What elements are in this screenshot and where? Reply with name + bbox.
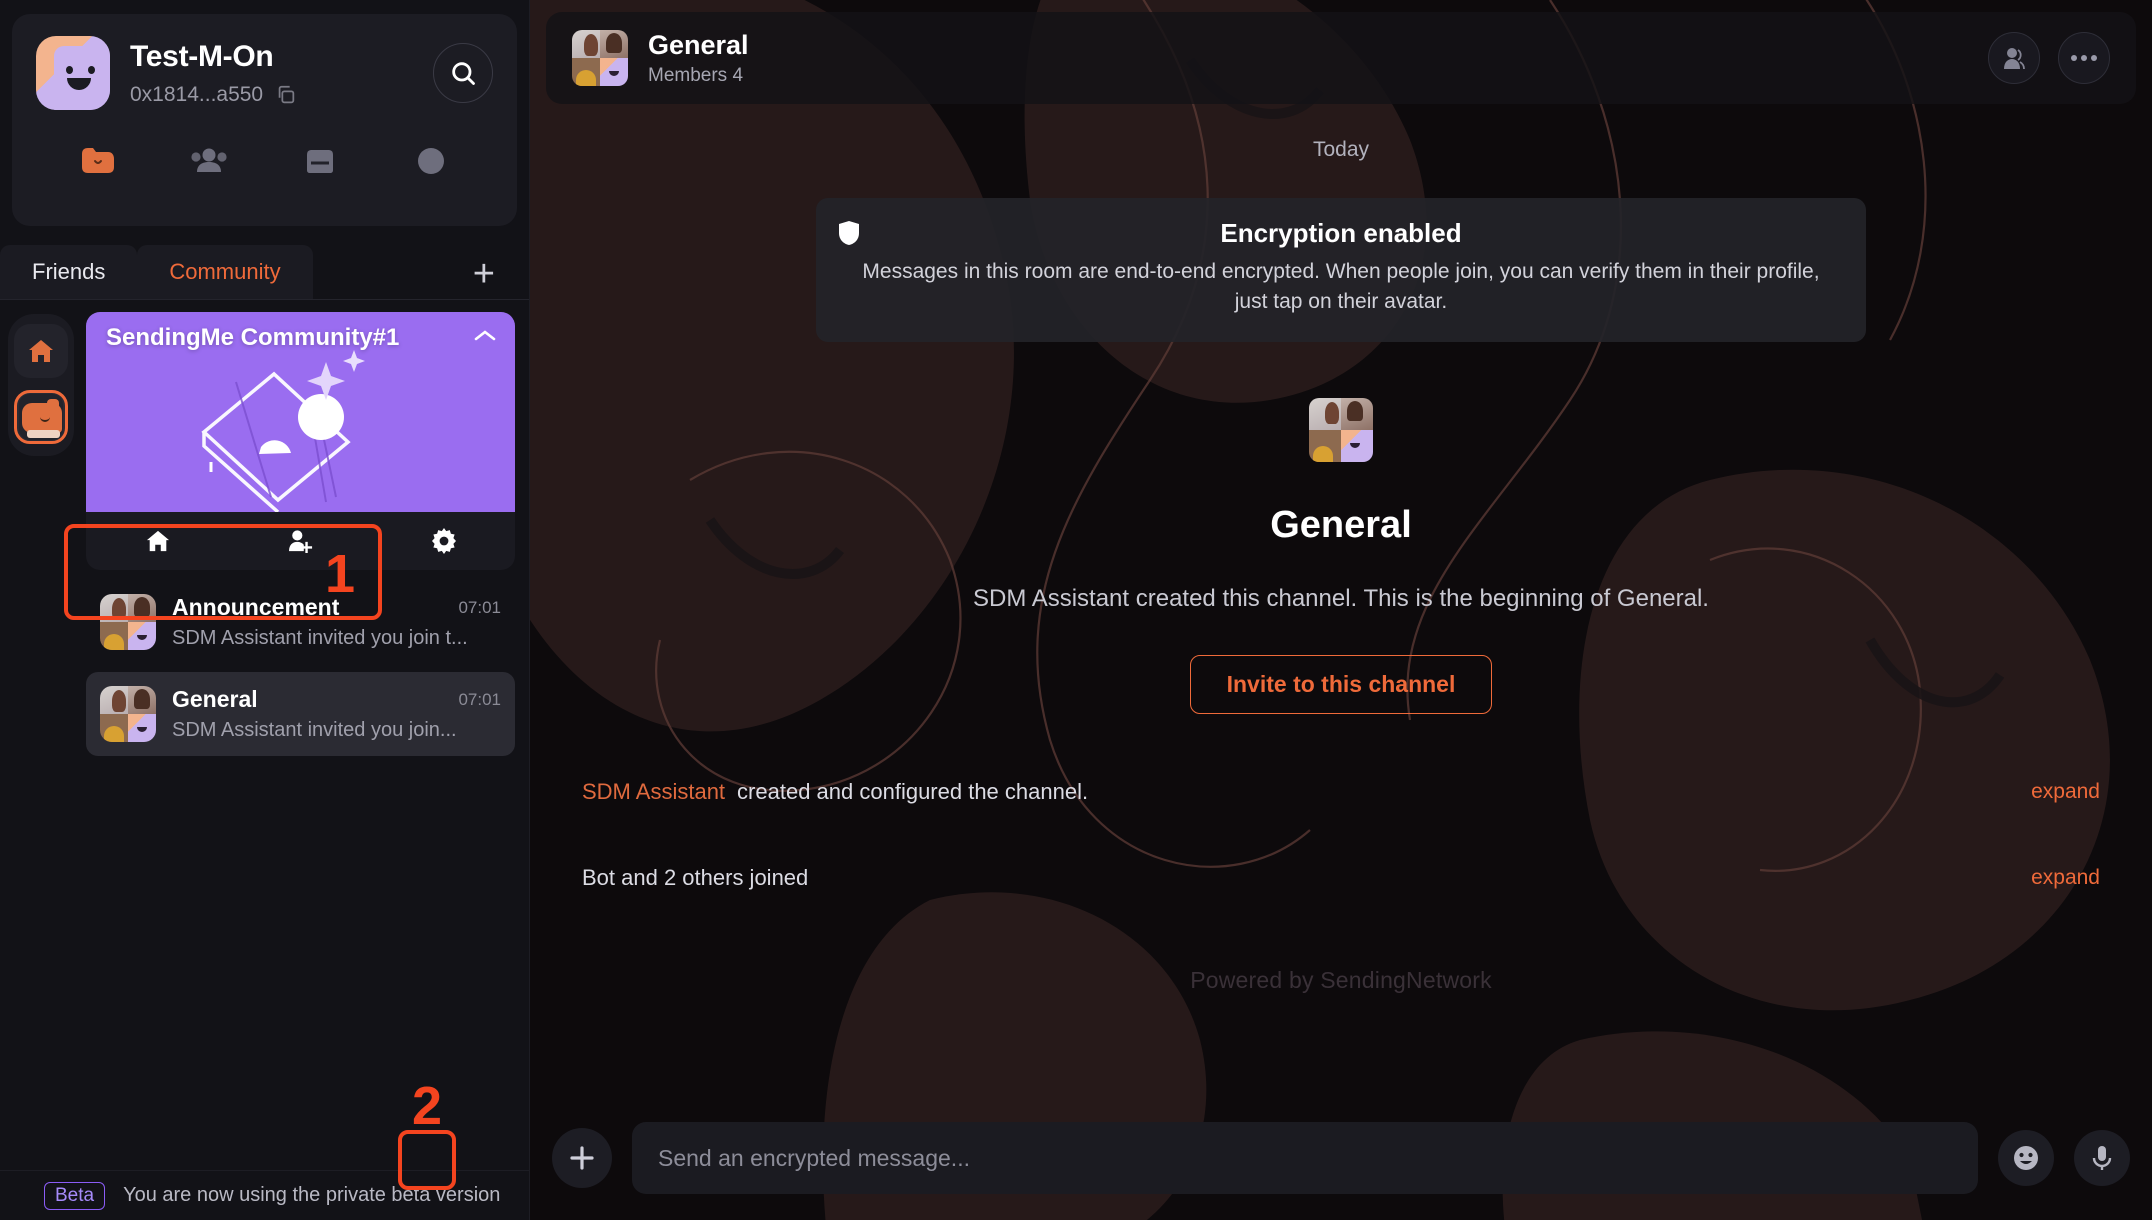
rail-home-button[interactable] bbox=[14, 324, 68, 378]
chat-header-avatar[interactable] bbox=[572, 30, 628, 86]
main-panel: General Members 4 Today Encryption enabl… bbox=[530, 0, 2152, 1220]
invite-to-channel-button[interactable]: Invite to this channel bbox=[1189, 654, 1493, 714]
community-home-icon[interactable] bbox=[86, 529, 229, 553]
profile-display-name: Test-M-On bbox=[130, 39, 274, 73]
date-divider: Today bbox=[1312, 138, 1370, 161]
app-root: Test-M-On 0x1814...a550 Friends Communit… bbox=[0, 0, 2152, 1220]
channel-row-general[interactable]: General 07:01 SDM Assistant invited you … bbox=[86, 672, 515, 756]
message-input[interactable] bbox=[658, 1144, 1952, 1172]
sidebar-lower: SendingMe Community#1 Announcement 07:01… bbox=[0, 300, 529, 1220]
channel-name: Announcement bbox=[172, 594, 340, 620]
profile-card: Test-M-On 0x1814...a550 bbox=[12, 14, 517, 226]
more-options-icon[interactable] bbox=[2058, 32, 2110, 84]
community-actions bbox=[86, 512, 515, 570]
channel-row-announcement[interactable]: Announcement 07:01 SDM Assistant invited… bbox=[86, 580, 515, 664]
message-composer bbox=[530, 1112, 2152, 1220]
profile-address-row: 0x1814...a550 bbox=[130, 83, 433, 107]
community-rail bbox=[0, 300, 82, 1220]
nav-explore[interactable] bbox=[376, 140, 487, 182]
beta-footer: Beta You are now using the private beta … bbox=[0, 1170, 530, 1220]
channel-preview: SDM Assistant invited you join t... bbox=[172, 627, 468, 649]
channel-welcome: General SDM Assistant created this chann… bbox=[530, 397, 2152, 714]
tab-friends[interactable]: Friends bbox=[0, 245, 138, 299]
annotation-number-2: 2 bbox=[412, 1076, 443, 1136]
system-text: Bot and 2 others joined bbox=[582, 864, 809, 890]
message-input-wrapper[interactable] bbox=[632, 1122, 1978, 1194]
watermark: Powered by SendingNetwork bbox=[1190, 967, 1492, 993]
channel-list: Announcement 07:01 SDM Assistant invited… bbox=[86, 580, 515, 756]
profile-names: Test-M-On 0x1814...a550 bbox=[130, 40, 433, 107]
nav-community-folder[interactable] bbox=[42, 140, 153, 182]
community-banner[interactable]: SendingMe Community#1 bbox=[86, 312, 515, 512]
status-badge: Beta bbox=[44, 1181, 106, 1210]
channel-preview: SDM Assistant invited you join... bbox=[172, 719, 457, 741]
rail-community-button[interactable] bbox=[14, 390, 68, 444]
welcome-subtitle: SDM Assistant created this channel. This… bbox=[973, 584, 1709, 612]
channel-column: SendingMe Community#1 Announcement 07:01… bbox=[82, 300, 529, 1220]
copy-icon[interactable] bbox=[275, 84, 297, 106]
channel-avatar bbox=[100, 686, 156, 742]
microphone-icon[interactable] bbox=[2074, 1130, 2130, 1186]
left-sidebar: Test-M-On 0x1814...a550 Friends Communit… bbox=[0, 0, 530, 1220]
sidebar-nav-row bbox=[36, 140, 493, 182]
expand-link[interactable]: expand bbox=[2031, 780, 2100, 804]
encryption-notice: Encryption enabled Messages in this room… bbox=[816, 198, 1866, 342]
emoji-icon[interactable] bbox=[1998, 1130, 2054, 1186]
nav-contacts[interactable] bbox=[153, 140, 264, 182]
annotation-number-1: 1 bbox=[325, 544, 356, 604]
system-message-row: Bot and 2 others joined expand bbox=[582, 846, 2100, 910]
community-card: SendingMe Community#1 bbox=[86, 312, 515, 570]
search-button[interactable] bbox=[433, 43, 493, 103]
member-count: Members 4 bbox=[648, 64, 744, 86]
nav-wallet[interactable] bbox=[265, 140, 376, 182]
beta-text: You are now using the private beta versi… bbox=[123, 1184, 501, 1206]
page-title: General bbox=[648, 29, 749, 60]
channel-time: 07:01 bbox=[458, 689, 501, 709]
chat-header-actions bbox=[1988, 32, 2110, 84]
chevron-up-icon[interactable] bbox=[473, 328, 497, 349]
system-text: created and configured the channel. bbox=[737, 778, 1089, 804]
welcome-avatar bbox=[1309, 397, 1373, 462]
wallet-address: 0x1814...a550 bbox=[130, 82, 264, 106]
community-title: SendingMe Community#1 bbox=[106, 324, 400, 351]
system-actor[interactable]: SDM Assistant bbox=[582, 779, 725, 805]
channel-name: General bbox=[172, 686, 258, 712]
system-messages: SDM Assistant created and configured the… bbox=[530, 760, 2152, 910]
avatar[interactable] bbox=[36, 36, 110, 110]
channel-avatar bbox=[100, 594, 156, 650]
message-timeline: Today Encryption enabled Messages in thi… bbox=[530, 104, 2152, 1112]
channel-time: 07:01 bbox=[458, 597, 501, 617]
main-inner: General Members 4 Today Encryption enabl… bbox=[530, 0, 2152, 1220]
encryption-title: Encryption enabled bbox=[1220, 218, 1462, 248]
profile-top-row: Test-M-On 0x1814...a550 bbox=[36, 36, 493, 110]
add-community-button[interactable]: + bbox=[473, 255, 517, 299]
encryption-body: Messages in this room are end-to-end enc… bbox=[862, 260, 1820, 314]
welcome-title: General bbox=[1270, 503, 1412, 546]
system-message-row: SDM Assistant created and configured the… bbox=[582, 760, 2100, 824]
community-settings-icon[interactable] bbox=[372, 528, 515, 554]
expand-link[interactable]: expand bbox=[2031, 866, 2100, 890]
members-icon[interactable] bbox=[1988, 32, 2040, 84]
add-attachment-button[interactable] bbox=[552, 1128, 612, 1188]
tab-community[interactable]: Community bbox=[137, 245, 313, 299]
sidebar-tabs: Friends Community + bbox=[0, 244, 529, 300]
chat-header: General Members 4 bbox=[546, 12, 2136, 104]
shield-icon bbox=[838, 220, 860, 251]
